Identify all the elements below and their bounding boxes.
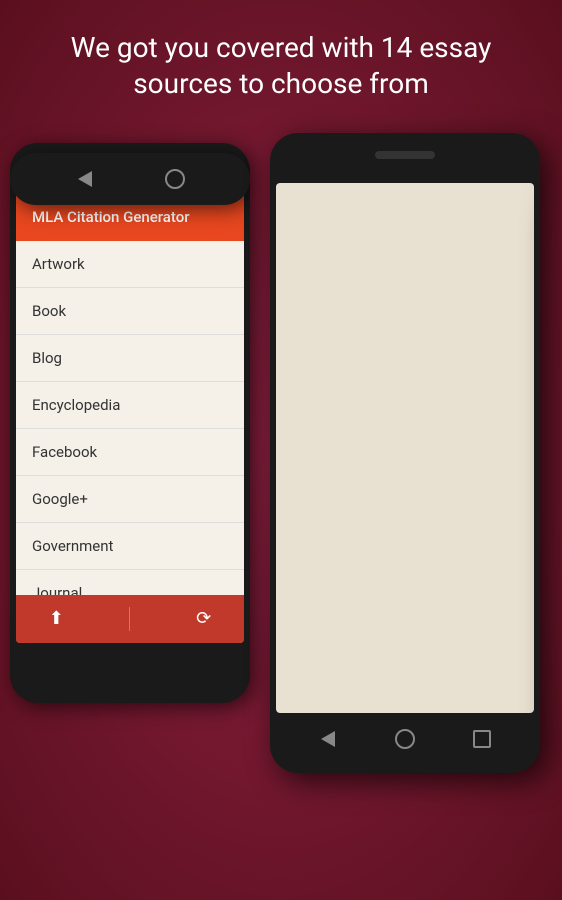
list-item[interactable]: Government: [16, 523, 244, 570]
nav-bar-right: [270, 713, 540, 765]
list-item[interactable]: Blog: [16, 335, 244, 382]
list-item[interactable]: Artwork: [16, 241, 244, 288]
divider: [129, 607, 130, 631]
recents-button-right[interactable]: [472, 729, 492, 749]
phone-right: 4G ▲ 📶 🔋 MLA Citation Generator Governme…: [270, 133, 540, 773]
back-button-right[interactable]: [318, 729, 338, 749]
list-item[interactable]: Facebook: [16, 429, 244, 476]
history-icon[interactable]: ⟳: [196, 608, 211, 629]
nav-bar-left: [10, 153, 250, 205]
phone-left-screen: MLA Citation Generator Artwork Book Blog…: [16, 193, 244, 643]
list-item[interactable]: Book: [16, 288, 244, 335]
speaker-right: [375, 151, 435, 159]
headline: We got you covered with 14 essay sources…: [0, 0, 562, 123]
phone-right-screen: 4G ▲ 📶 🔋 MLA Citation Generator Governme…: [276, 183, 534, 713]
phone-left: MLA Citation Generator Artwork Book Blog…: [10, 143, 250, 703]
list-item[interactable]: Google+: [16, 476, 244, 523]
list-item[interactable]: Encyclopedia: [16, 382, 244, 429]
app-bar-title-left: MLA Citation Generator: [32, 208, 190, 226]
back-button-left[interactable]: [75, 169, 95, 189]
list-left: Artwork Book Blog Encyclopedia Facebook …: [16, 241, 244, 617]
home-button-left[interactable]: [165, 169, 185, 189]
upload-icon[interactable]: ⬆: [49, 608, 64, 629]
phones-container: MLA Citation Generator Artwork Book Blog…: [0, 133, 562, 833]
action-bar-left: ⬆ ⟳: [16, 595, 244, 643]
home-button-right[interactable]: [395, 729, 415, 749]
